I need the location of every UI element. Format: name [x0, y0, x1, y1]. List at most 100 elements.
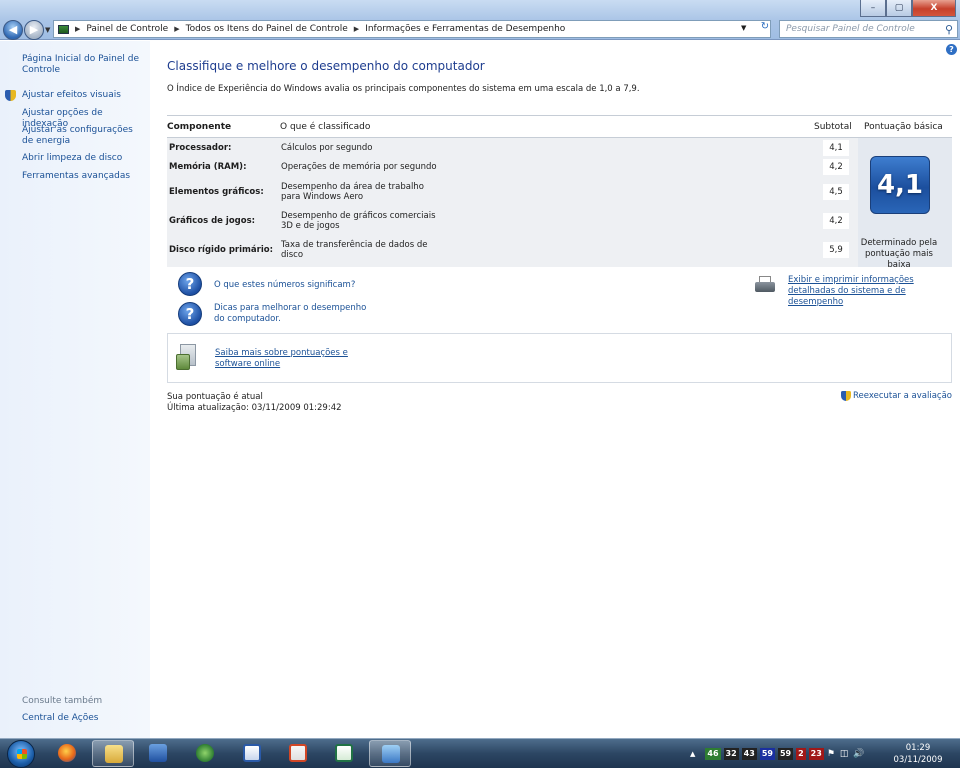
header-base-score: Pontuação básica	[864, 122, 943, 132]
score-table-body: Processador: Cálculos por segundo 4,1 Me…	[167, 138, 952, 270]
software-scores-icon	[176, 344, 202, 372]
control-panel-home-link[interactable]: Página Inicial do Painel de Controle	[22, 54, 142, 76]
open-disk-cleanup-link[interactable]: Abrir limpeza de disco	[22, 153, 146, 164]
table-row: Gráficos de jogos: Desempenho de gráfico…	[167, 209, 857, 233]
uac-shield-icon	[840, 391, 851, 401]
component-rated: Cálculos por segundo	[281, 143, 373, 153]
component-subtotal: 5,9	[823, 242, 849, 258]
action-center-flag-icon[interactable]: ⚑	[827, 749, 835, 759]
tray-meter[interactable]: 23	[808, 748, 824, 760]
media-player-icon	[149, 744, 167, 762]
component-name: Disco rígido primário:	[169, 245, 273, 255]
control-panel-icon	[382, 745, 400, 763]
forward-button[interactable]: ▶	[24, 20, 44, 40]
clock-time: 01:29	[905, 743, 931, 753]
table-row: Disco rígido primário: Taxa de transferê…	[167, 238, 857, 262]
printer-icon	[753, 276, 777, 294]
search-icon[interactable]: ⚲	[945, 22, 953, 38]
explorer-taskbar-button[interactable]	[92, 740, 134, 767]
help-question-icon: ?	[178, 272, 202, 296]
control-panel-taskbar-button[interactable]	[369, 740, 411, 767]
breadcrumb-performance[interactable]: Informações e Ferramentas de Desempenho	[365, 24, 565, 34]
learn-more-scores-link[interactable]: Saiba mais sobre pontuações e software o…	[215, 348, 385, 370]
rerun-assessment-link[interactable]: Reexecutar a avaliação	[853, 391, 952, 401]
header-component: Componente	[167, 122, 232, 132]
help-icon[interactable]: ?	[946, 44, 957, 55]
address-dropdown-icon[interactable]: ▼	[741, 24, 746, 32]
presentation-taskbar-button[interactable]	[277, 740, 319, 767]
last-update-text: Última atualização: 03/11/2009 01:29:42	[167, 403, 342, 413]
what-scores-mean-link[interactable]: O que estes números significam?	[214, 280, 355, 291]
start-button[interactable]	[7, 740, 35, 768]
taskbar: ▲ 46 32 43 59 59 2 23 ⚑ ◫ 🔊 01:29 03/11/…	[0, 738, 960, 768]
see-also-heading: Consulte também	[22, 696, 103, 706]
component-subtotal: 4,2	[823, 159, 849, 175]
breadcrumb-all-items[interactable]: Todos os Itens do Painel de Controle	[186, 24, 348, 34]
firefox-taskbar-button[interactable]	[46, 740, 88, 767]
maximize-button[interactable]: ▢	[886, 0, 912, 17]
search-placeholder: Pesquisar Painel de Controle	[786, 24, 915, 34]
component-rated: Taxa de transferência de dados de disco	[281, 240, 428, 260]
breadcrumb-control-panel[interactable]: Painel de Controle	[86, 24, 168, 34]
component-subtotal: 4,2	[823, 213, 849, 229]
advanced-tools-link[interactable]: Ferramentas avançadas	[22, 171, 146, 182]
help-link-tips[interactable]: ? Dicas para melhorar o desempenho do co…	[178, 302, 374, 326]
performance-tips-link[interactable]: Dicas para melhorar o desempenho do comp…	[214, 303, 374, 325]
component-name: Processador:	[169, 143, 232, 153]
chevron-right-icon[interactable]: ▶	[174, 25, 179, 33]
tray-meter[interactable]: 46	[705, 748, 721, 760]
excel-icon	[335, 744, 353, 762]
base-score-tile: 4,1	[870, 156, 930, 214]
component-name: Elementos gráficos:	[169, 187, 264, 197]
refresh-icon[interactable]: ↻	[756, 21, 774, 37]
window-titlebar: – ▢ X ◀ ▶ ▼ ▶ Painel de Controle ▶ Todos…	[0, 0, 960, 40]
component-subtotal: 4,5	[823, 184, 849, 200]
show-hidden-icons-icon[interactable]: ▲	[690, 750, 695, 758]
chevron-right-icon[interactable]: ▶	[75, 25, 80, 33]
tray-meter[interactable]: 59	[777, 748, 794, 760]
tray-meter[interactable]: 43	[741, 748, 757, 760]
network-icon[interactable]: ◫	[840, 749, 849, 759]
component-rated: Desempenho da área de trabalho para Wind…	[281, 182, 424, 202]
word-taskbar-button[interactable]	[231, 740, 273, 767]
volume-icon[interactable]: 🔊	[853, 749, 864, 759]
tray-meter[interactable]: 32	[723, 748, 739, 760]
component-name: Gráficos de jogos:	[169, 216, 256, 226]
minimize-button[interactable]: –	[860, 0, 886, 17]
view-print-details-link[interactable]: Exibir e imprimir informações detalhadas…	[788, 275, 956, 308]
clock-date: 03/11/2009	[893, 755, 943, 765]
header-subtotal: Subtotal	[814, 122, 852, 132]
firefox-icon	[58, 744, 76, 762]
learn-more-box: Saiba mais sobre pontuações e software o…	[167, 333, 952, 383]
tray-meter[interactable]: 59	[759, 748, 775, 760]
score-table: Componente O que é classificado Subtotal…	[167, 115, 952, 270]
system-clock[interactable]: 01:29 03/11/2009	[888, 742, 948, 766]
search-input[interactable]: Pesquisar Painel de Controle ⚲	[779, 20, 958, 38]
adjust-visual-effects-link[interactable]: Ajustar efeitos visuais	[22, 90, 146, 101]
chevron-right-icon[interactable]: ▶	[354, 25, 359, 33]
adjust-power-settings-link[interactable]: Ajustar as configurações de energia	[22, 125, 146, 147]
base-score-panel: 4,1 Determinado pela pontuação mais baix…	[858, 138, 952, 270]
media-player-taskbar-button[interactable]	[137, 740, 179, 767]
address-bar[interactable]: ▶ Painel de Controle ▶ Todos os Itens do…	[53, 20, 771, 38]
recent-pages-dropdown-icon[interactable]: ▼	[45, 26, 50, 34]
action-center-link[interactable]: Central de Ações	[22, 713, 98, 724]
score-table-header: Componente O que é classificado Subtotal…	[167, 115, 952, 138]
window-controls: – ▢ X	[860, 0, 956, 17]
help-question-icon: ?	[178, 302, 202, 326]
score-status: Sua pontuação é atual	[167, 392, 263, 402]
table-row: Memória (RAM): Operações de memória por …	[167, 159, 857, 175]
base-score-note: Determinado pela pontuação mais baixa	[860, 238, 938, 270]
messenger-icon	[196, 744, 214, 762]
tray-meter[interactable]: 2	[796, 748, 806, 760]
help-link-meaning[interactable]: ? O que estes números significam?	[178, 272, 355, 296]
messenger-taskbar-button[interactable]	[184, 740, 226, 767]
table-row: Elementos gráficos: Desempenho da área d…	[167, 180, 857, 204]
back-button[interactable]: ◀	[3, 20, 23, 40]
component-rated: Desempenho de gráficos comerciais 3D e d…	[281, 211, 436, 231]
excel-taskbar-button[interactable]	[323, 740, 365, 767]
page-description: O Índice de Experiência do Windows avali…	[167, 84, 640, 94]
close-button[interactable]: X	[912, 0, 956, 17]
component-rated: Operações de memória por segundo	[281, 162, 437, 172]
rerun-assessment[interactable]: Reexecutar a avaliação	[840, 391, 952, 401]
